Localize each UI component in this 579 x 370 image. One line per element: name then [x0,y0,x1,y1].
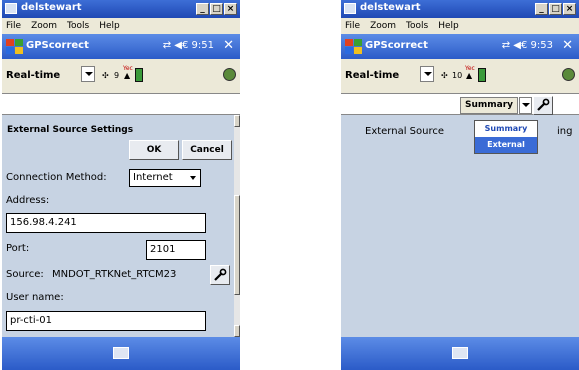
wrench-button[interactable] [533,96,553,115]
mode-dropdown-button[interactable] [420,66,434,82]
view-dropdown-button[interactable] [519,97,532,114]
scroll-down-button[interactable] [234,325,240,337]
maximize-button[interactable]: □ [210,3,223,15]
satellite-count: 10 [452,71,463,80]
windows-start-icon[interactable] [4,38,24,55]
gps-status-icon[interactable] [562,68,575,81]
battery-icon [135,68,143,82]
truncated-setting-text: ing [557,126,573,137]
window-titlebar: delstewart _ □ × [341,0,579,18]
close-window-button[interactable]: × [563,3,576,15]
minimize-button[interactable]: _ [196,3,209,15]
window-title: delstewart [360,2,421,13]
window-title: delstewart [21,2,82,13]
address-field[interactable]: 156.98.4.241 [6,213,206,233]
menu-tools[interactable]: Tools [406,18,428,34]
app-title: GPScorrect [365,40,428,51]
window-app-icon [5,3,17,14]
section-title: External Source Settings [7,125,134,135]
left-emulator-window: delstewart _ □ × File Zoom Tools Help GP… [2,0,240,370]
keyboard-icon[interactable] [113,347,129,359]
menu-help[interactable]: Help [99,18,120,34]
address-label: Address: [6,195,50,206]
close-icon[interactable]: ✕ [223,38,234,53]
view-dropdown-list: Summary External [474,120,538,154]
menu-help[interactable]: Help [438,18,459,34]
battery-icon [478,68,486,82]
toolbar: Real-time ✣ 9 Yec ▲ [2,59,240,93]
dropdown-option-external[interactable]: External [475,137,537,153]
ok-button[interactable]: OK [129,140,179,160]
vertical-scrollbar[interactable] [234,115,240,337]
close-icon[interactable]: ✕ [562,38,573,53]
window-controls: _ □ × [196,3,237,15]
scroll-up-button[interactable] [234,115,240,127]
connection-method-label: Connection Method: [6,172,107,183]
connection-method-select[interactable]: Internet [129,169,201,187]
wrench-icon [214,268,227,281]
right-emulator-window: delstewart _ □ × File Zoom Tools Help GP… [341,0,579,370]
soft-key-bar [2,337,240,370]
input-bar [2,93,240,115]
summary-panel: External Source ing [341,115,579,337]
menu-zoom[interactable]: Zoom [31,18,57,34]
cancel-button[interactable]: Cancel [182,140,232,160]
status-indicators: ⇄ ◀€ 9:51 [162,40,214,51]
menu-bar: File Zoom Tools Help [2,18,240,34]
menu-bar: File Zoom Tools Help [341,18,579,34]
username-field[interactable]: pr-cti-01 [6,311,206,331]
port-label: Port: [6,243,30,254]
mode-label: Real-time [6,70,61,81]
receiver-icon: ▲ [466,71,473,80]
navigation-bar: GPScorrect ⇄ ◀€ 9:51 ✕ [2,34,240,59]
minimize-button[interactable]: _ [535,3,548,15]
external-source-label: External Source [365,126,445,137]
scroll-thumb[interactable] [234,195,240,295]
menu-file[interactable]: File [345,18,360,34]
chevron-down-icon [190,176,196,180]
toolbar: Real-time ✣ 10 Yec ▲ [341,59,579,93]
port-field[interactable]: 2101 [146,240,206,260]
connection-method-value: Internet [133,172,173,183]
view-select[interactable]: Summary [460,97,518,114]
gps-status-icon[interactable] [223,68,236,81]
window-titlebar: delstewart _ □ × [2,0,240,18]
mode-dropdown-button[interactable] [81,66,95,82]
settings-panel: External Source Settings OK Cancel Conne… [2,115,240,337]
status-indicators: ⇄ ◀€ 9:53 [501,40,553,51]
wrench-button[interactable] [210,265,230,285]
menu-tools[interactable]: Tools [67,18,89,34]
dropdown-option-summary[interactable]: Summary [475,121,537,137]
satellite-icon: ✣ [102,71,109,80]
window-app-icon [344,3,356,14]
menu-zoom[interactable]: Zoom [370,18,396,34]
source-label: Source: [6,269,44,280]
username-label: User name: [6,292,64,303]
wrench-icon [537,98,550,111]
satellite-count: 9 [114,71,120,80]
close-window-button[interactable]: × [224,3,237,15]
window-controls: _ □ × [535,3,576,15]
soft-key-bar [341,337,579,370]
satellite-icon: ✣ [441,71,448,80]
app-title: GPScorrect [26,40,89,51]
source-value: MNDOT_RTKNet_RTCM23 [52,269,177,280]
mode-label: Real-time [345,70,400,81]
menu-file[interactable]: File [6,18,21,34]
keyboard-icon[interactable] [452,347,468,359]
navigation-bar: GPScorrect ⇄ ◀€ 9:53 ✕ [341,34,579,59]
maximize-button[interactable]: □ [549,3,562,15]
windows-start-icon[interactable] [343,38,363,55]
receiver-icon: ▲ [124,71,131,80]
